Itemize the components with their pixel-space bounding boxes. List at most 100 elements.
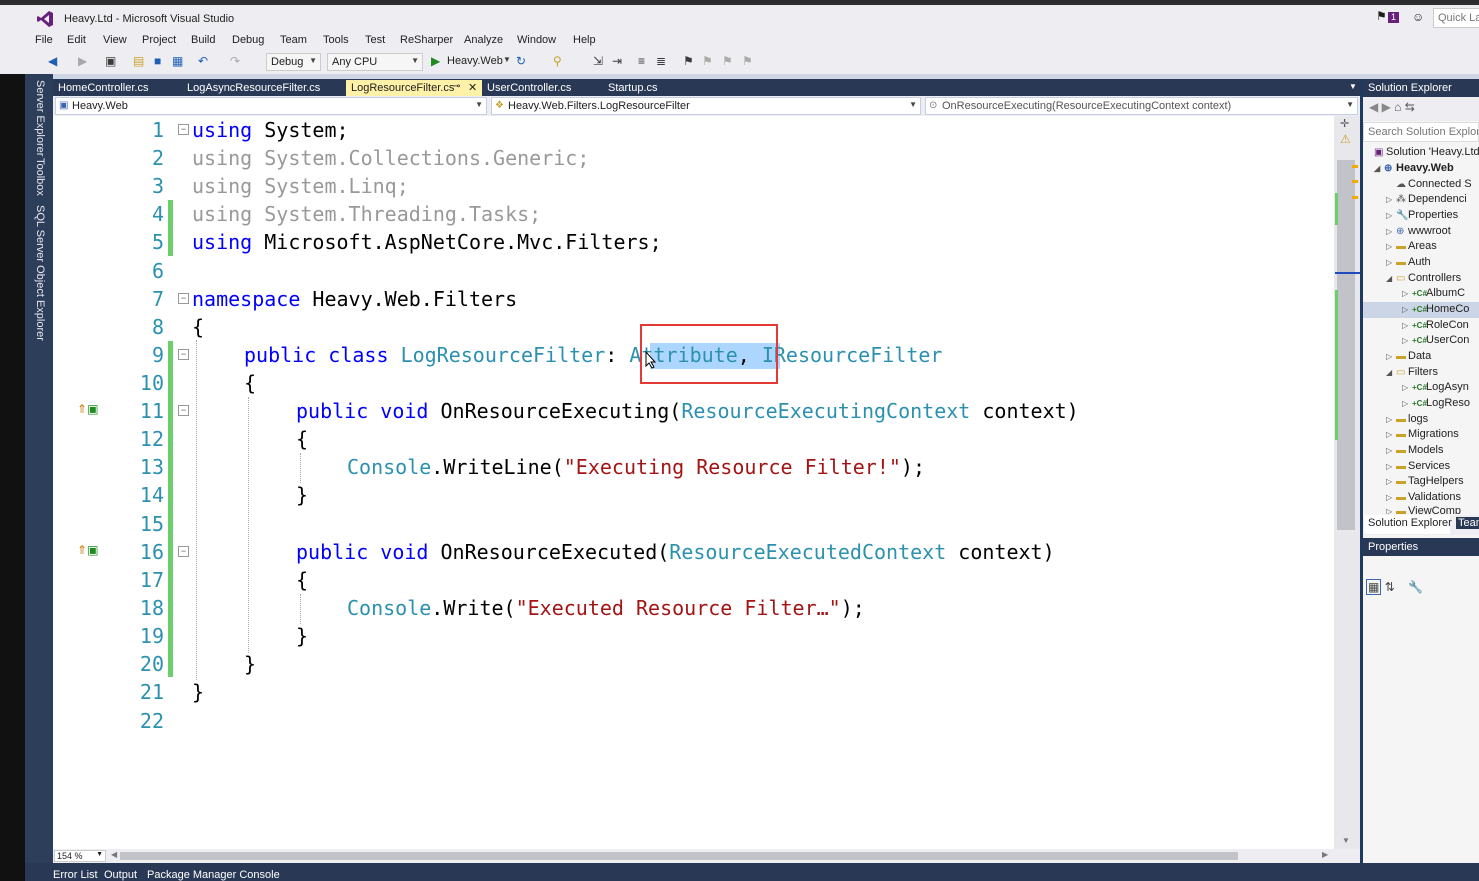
collapse-toggle[interactable]: − <box>178 546 189 557</box>
tree-item-migrations[interactable]: ▷ ▬ Migrations <box>1386 428 1459 440</box>
implements-interface-icon[interactable]: ⇑▣ <box>77 543 98 557</box>
split-editor-icon[interactable]: ✛ <box>1340 117 1349 130</box>
tree-item-models[interactable]: ▷ ▬ Models <box>1386 444 1443 456</box>
menu-view[interactable]: View <box>103 34 127 46</box>
tree-item-albumcontroller[interactable]: ▷ +C#AlbumC <box>1402 287 1465 299</box>
next-bookmark-icon[interactable]: ⚑ <box>722 54 733 68</box>
comment-icon[interactable]: ≡ <box>638 54 645 68</box>
new-project-icon[interactable]: ▣ <box>105 54 116 68</box>
menu-analyze[interactable]: Analyze <box>464 34 503 46</box>
project-dropdown[interactable]: ▣ Heavy.Web ▼ <box>55 97 487 115</box>
error-list-tab[interactable]: Error List <box>53 869 98 881</box>
save-icon[interactable]: ■ <box>154 54 161 68</box>
server-explorer-tab[interactable]: Server Explorer <box>34 80 46 156</box>
quick-launch-input[interactable]: Quick La <box>1433 8 1479 28</box>
tree-item-usercontroller[interactable]: ▷ +C#UserCon <box>1402 334 1469 346</box>
solution-configuration-select[interactable]: Debug ▼ <box>266 53 321 71</box>
tree-item-wwwroot[interactable]: ▷ ⊕ wwwroot <box>1386 225 1451 237</box>
output-tab[interactable]: Output <box>104 869 137 881</box>
back-icon[interactable]: ◀ <box>1369 100 1378 114</box>
tree-item-filters[interactable]: ◢ ▭ Filters <box>1386 366 1438 378</box>
tree-item-solution[interactable]: ▣ Solution 'Heavy.Ltd <box>1374 146 1479 158</box>
property-pages-icon[interactable]: 🔧 <box>1408 580 1423 594</box>
scroll-down-icon[interactable]: ▼ <box>1342 836 1350 845</box>
tree-item-connected-services[interactable]: ☁ Connected S <box>1396 178 1472 190</box>
tree-item-logasyncresourcefilter[interactable]: ▷ +C#LogAsyn <box>1402 381 1469 393</box>
package-manager-console-tab[interactable]: Package Manager Console <box>147 869 280 881</box>
tab-solution-explorer[interactable]: Solution Explorer <box>1368 517 1452 529</box>
horizontal-scrollbar-thumb[interactable] <box>120 852 1238 860</box>
close-icon[interactable]: ✕ <box>468 81 477 94</box>
solution-platform-select[interactable]: Any CPU ▼ <box>327 53 423 71</box>
save-all-icon[interactable]: ▦ <box>172 54 183 68</box>
menu-project[interactable]: Project <box>142 34 176 46</box>
bookmark-icon[interactable]: ⚑ <box>683 54 694 68</box>
prev-bookmark-icon[interactable]: ⚑ <box>702 54 713 68</box>
step-over-icon[interactable]: ⇥ <box>612 54 622 68</box>
forward-icon[interactable]: ▶ <box>1382 100 1391 114</box>
tab-team-explorer[interactable]: Team <box>1456 517 1479 529</box>
solution-explorer-search-input[interactable]: Search Solution Explorer <box>1363 122 1479 142</box>
menu-window[interactable]: Window <box>517 34 556 46</box>
tree-item-taghelpers[interactable]: ▷ ▬ TagHelpers <box>1386 475 1464 487</box>
menu-file[interactable]: File <box>35 34 53 46</box>
toolbox-tab[interactable]: Toolbox <box>34 158 46 196</box>
categorized-icon[interactable]: ▦ <box>1366 579 1382 595</box>
tab-startup[interactable]: Startup.cs <box>603 80 663 96</box>
notifications-flag-icon[interactable]: ⚑ <box>1376 9 1387 23</box>
menu-help[interactable]: Help <box>573 34 596 46</box>
sql-server-object-explorer-tab[interactable]: SQL Server Object Explorer <box>34 205 46 341</box>
member-dropdown[interactable]: ⊙ OnResourceExecuting(ResourceExecutingC… <box>925 97 1358 115</box>
tab-homecontroller[interactable]: HomeController.cs <box>53 80 153 96</box>
find-icon[interactable]: ⚲ <box>553 54 562 68</box>
alphabetical-icon[interactable]: ⇅ <box>1385 580 1395 594</box>
menu-tools[interactable]: Tools <box>323 34 349 46</box>
tree-item-areas[interactable]: ▷ ▬ Areas <box>1386 240 1437 252</box>
tree-item-logresourcefilter[interactable]: ▷ +C#LogReso <box>1402 397 1470 409</box>
tab-logasyncresourcefilter[interactable]: LogAsyncResourceFilter.cs <box>182 80 325 96</box>
tree-item-services[interactable]: ▷ ▬ Services <box>1386 460 1450 472</box>
forward-icon[interactable]: ▶ <box>78 54 87 68</box>
tree-item-validations[interactable]: ▷ ▬ Validations <box>1386 491 1461 503</box>
collapse-toggle[interactable]: − <box>178 124 189 135</box>
menu-test[interactable]: Test <box>365 34 385 46</box>
refresh-icon[interactable]: ↻ <box>516 54 526 68</box>
collapse-toggle[interactable]: − <box>178 293 189 304</box>
home-icon[interactable]: ⌂ <box>1394 100 1401 114</box>
tree-item-homecontroller[interactable]: ▷ +C#HomeCo <box>1402 303 1469 315</box>
scroll-left-icon[interactable]: ◀ <box>111 850 117 859</box>
tab-usercontroller[interactable]: UserController.cs <box>482 80 576 96</box>
menu-resharper[interactable]: ReSharper <box>400 34 453 46</box>
tree-item-dependencies[interactable]: ▷ ⁂ Dependenci <box>1386 193 1467 205</box>
vertical-scrollbar-thumb[interactable] <box>1337 160 1355 530</box>
start-debugging-button[interactable]: Heavy.Web <box>447 55 503 67</box>
pin-icon[interactable]: ⊸ <box>452 81 460 92</box>
back-icon[interactable]: ◀ <box>48 54 57 68</box>
tree-item-rolecontroller[interactable]: ▷ +C#RoleCon <box>1402 319 1469 331</box>
type-dropdown[interactable]: ❖ Heavy.Web.Filters.LogResourceFilter ▼ <box>491 97 921 115</box>
menu-build[interactable]: Build <box>191 34 215 46</box>
tab-logresourcefilter[interactable]: LogResourceFilter.cs ⊸ ✕ <box>346 80 482 96</box>
implements-interface-icon[interactable]: ⇑▣ <box>77 402 98 416</box>
feedback-icon[interactable]: ☺ <box>1412 10 1424 24</box>
open-file-icon[interactable]: ▤ <box>133 54 144 68</box>
tree-item-project[interactable]: ◢ ⊕ Heavy.Web <box>1374 162 1454 174</box>
uncomment-icon[interactable]: ≣ <box>656 54 666 68</box>
redo-icon[interactable]: ↷ <box>230 54 240 68</box>
tree-item-controllers[interactable]: ◢ ▭ Controllers <box>1386 272 1461 284</box>
tree-item-auth[interactable]: ▷ ▬ Auth <box>1386 256 1431 268</box>
menu-edit[interactable]: Edit <box>67 34 86 46</box>
tree-item-data[interactable]: ▷ ▬ Data <box>1386 350 1431 362</box>
menu-debug[interactable]: Debug <box>232 34 264 46</box>
collapse-toggle[interactable]: − <box>178 405 189 416</box>
tree-item-logs[interactable]: ▷ ▬ logs <box>1386 413 1428 425</box>
warning-icon[interactable]: ⚠ <box>1340 132 1351 146</box>
step-into-icon[interactable]: ⇲ <box>593 54 603 68</box>
menu-team[interactable]: Team <box>280 34 307 46</box>
scroll-right-icon[interactable]: ▶ <box>1322 850 1328 859</box>
start-debugging-icon[interactable]: ▶ <box>431 54 440 68</box>
clear-bookmarks-icon[interactable]: ⚑ <box>742 54 753 68</box>
zoom-level-select[interactable]: 154 % ▼ <box>54 850 106 862</box>
collapse-toggle[interactable]: − <box>178 349 189 360</box>
tree-item-viewcomponents[interactable]: ▷ ▬ ViewComp <box>1386 505 1461 514</box>
